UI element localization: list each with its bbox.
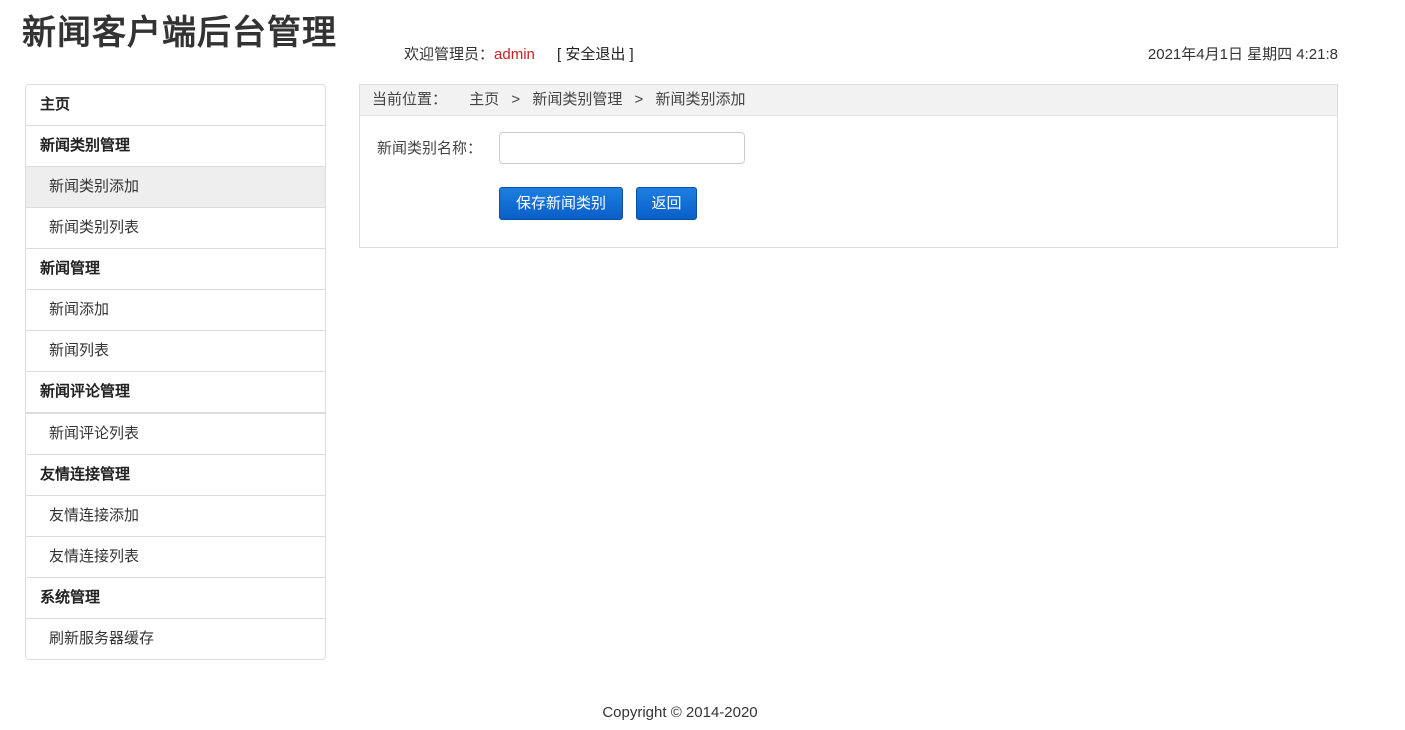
main-panel: 当前位置： 主页 > 新闻类别管理 > 新闻类别添加 新闻类别名称： 保存新闻类…: [359, 84, 1338, 248]
site-title: 新闻客户端后台管理: [22, 14, 337, 52]
sidebar-item-friend-link-add[interactable]: 友情连接添加: [26, 496, 325, 537]
sidebar-item-refresh-cache[interactable]: 刷新服务器缓存: [26, 619, 325, 659]
category-name-input[interactable]: [499, 132, 745, 164]
breadcrumb-separator: >: [634, 91, 644, 108]
category-name-label: 新闻类别名称：: [377, 140, 483, 157]
sidebar-item-news-category-add[interactable]: 新闻类别添加: [26, 167, 325, 208]
sidebar-item-news-add[interactable]: 新闻添加: [26, 290, 325, 331]
sidebar-item-news-comment-list[interactable]: 新闻评论列表: [26, 414, 325, 455]
sidebar-menu: 主页 新闻类别管理 新闻类别添加 新闻类别列表 新闻管理 新闻添加 新闻列表 新…: [25, 84, 326, 660]
sidebar-group-friend-link[interactable]: 友情连接管理: [26, 455, 325, 496]
sidebar-group-news-comment[interactable]: 新闻评论管理: [26, 372, 325, 414]
datetime-display: 2021年4月1日 星期四 4:21:8: [1147, 46, 1338, 63]
breadcrumb-home[interactable]: 主页: [469, 91, 499, 108]
breadcrumb: 当前位置： 主页 > 新闻类别管理 > 新闻类别添加: [360, 85, 1337, 116]
breadcrumb-separator: >: [511, 91, 521, 108]
sidebar-group-system[interactable]: 系统管理: [26, 578, 325, 619]
save-category-button[interactable]: 保存新闻类别: [499, 187, 623, 220]
footer-copyright: Copyright © 2014-2020: [602, 704, 758, 721]
sidebar-group-news-category[interactable]: 新闻类别管理: [26, 126, 325, 167]
welcome-prefix: 欢迎管理员：: [404, 46, 495, 63]
back-button[interactable]: 返回: [636, 187, 697, 220]
sidebar-item-home[interactable]: 主页: [26, 85, 325, 126]
sidebar-group-news[interactable]: 新闻管理: [26, 249, 325, 290]
welcome-bar: 欢迎管理员：admin [ 安全退出 ]: [404, 45, 634, 65]
breadcrumb-current: 新闻类别添加: [655, 91, 746, 108]
sidebar-item-news-category-list[interactable]: 新闻类别列表: [26, 208, 325, 249]
username: admin: [494, 46, 535, 63]
logout-link[interactable]: [ 安全退出 ]: [557, 46, 634, 63]
sidebar-item-friend-link-list[interactable]: 友情连接列表: [26, 537, 325, 578]
breadcrumb-label: 当前位置：: [372, 91, 448, 108]
breadcrumb-news-category[interactable]: 新闻类别管理: [532, 91, 622, 108]
sidebar-item-news-list[interactable]: 新闻列表: [26, 331, 325, 372]
